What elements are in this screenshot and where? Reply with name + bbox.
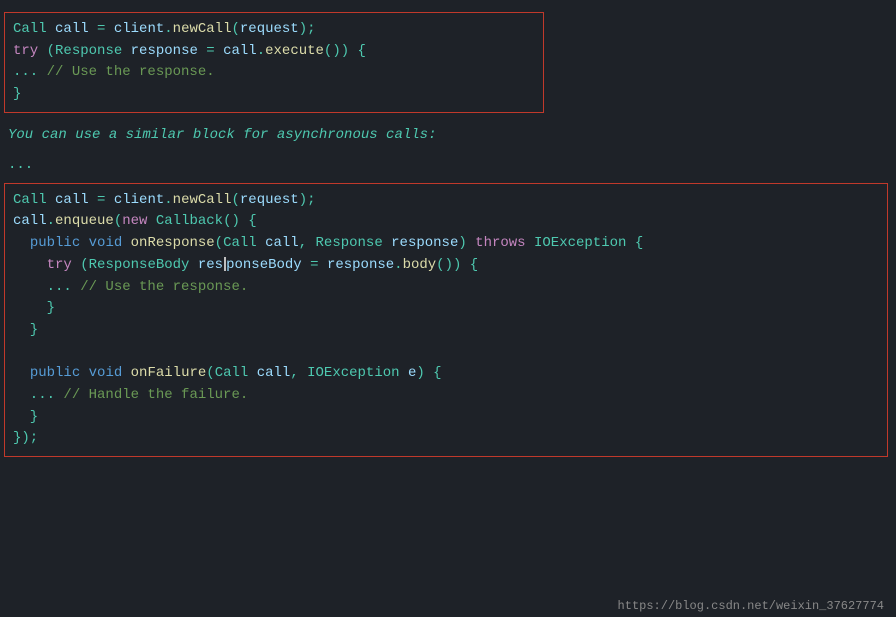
bottom-line-1: Call call = client.newCall(request);	[13, 190, 879, 212]
top-line-2: try (Response response = call.execute())…	[13, 41, 535, 63]
bottom-line-2: call.enqueue(new Callback() {	[13, 211, 879, 233]
bottom-line-10: }	[13, 407, 879, 429]
bottom-line-11: });	[13, 428, 879, 450]
watermark-text: https://blog.csdn.net/weixin_37627774	[618, 599, 884, 613]
bottom-line-3: public void onResponse(Call call, Respon…	[13, 233, 879, 255]
bottom-line-blank	[13, 342, 879, 364]
bottom-line-6: }	[13, 298, 879, 320]
top-line-3: ... // Use the response.	[13, 62, 535, 84]
watermark: https://blog.csdn.net/weixin_37627774	[618, 599, 884, 613]
bottom-line-8: public void onFailure(Call call, IOExcep…	[13, 363, 879, 385]
page-container: Call call = client.newCall(request); try…	[0, 0, 896, 617]
bottom-line-7: }	[13, 320, 879, 342]
prose-text: You can use a similar block for asynchro…	[0, 113, 896, 151]
top-line-1: Call call = client.newCall(request);	[13, 19, 535, 41]
bottom-line-9: ... // Handle the failure.	[13, 385, 879, 407]
ellipsis-text: ...	[8, 157, 33, 173]
ellipsis-line: ...	[0, 151, 896, 179]
top-line-4: }	[13, 84, 535, 106]
prose-content: You can use a similar block for asynchro…	[8, 127, 436, 143]
bottom-code-block: Call call = client.newCall(request); cal…	[4, 183, 888, 457]
bottom-line-4: try (ResponseBody responseBody = respons…	[13, 255, 879, 277]
top-code-block: Call call = client.newCall(request); try…	[4, 12, 544, 113]
bottom-line-5: ... // Use the response.	[13, 277, 879, 299]
